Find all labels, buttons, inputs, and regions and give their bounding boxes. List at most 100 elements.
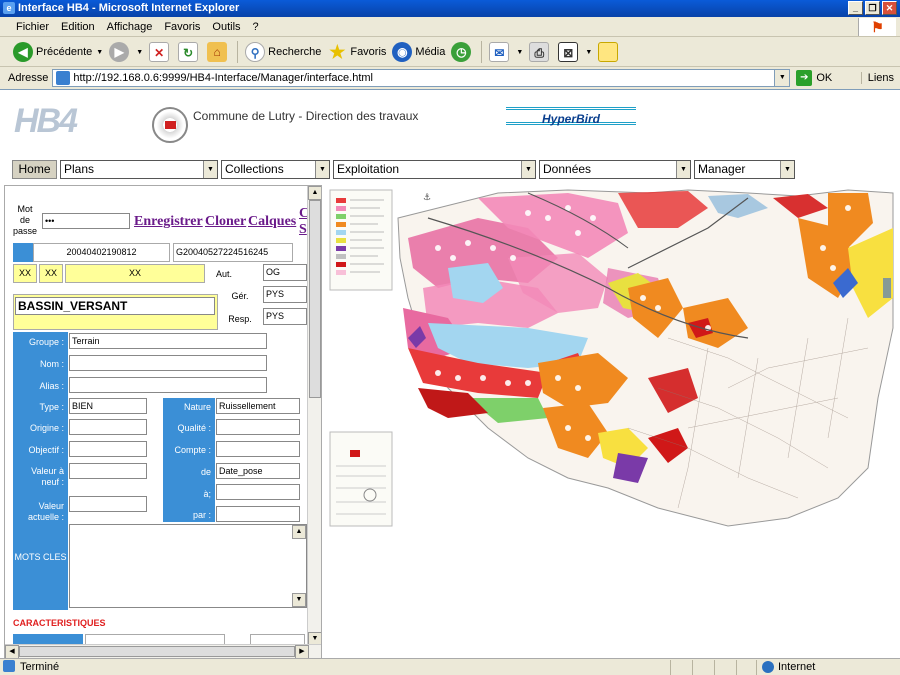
groupe-input[interactable]: Terrain xyxy=(69,333,267,349)
scroll-thumb[interactable] xyxy=(19,646,295,657)
plans-select[interactable]: Plans ▼ xyxy=(60,160,218,179)
history-icon: ◷ xyxy=(451,42,472,62)
menu-help[interactable]: ? xyxy=(247,17,265,37)
favorites-label: Favoris xyxy=(350,46,387,58)
menu-bar: Fichier Edition Affichage Favoris Outils? ⚑ xyxy=(0,17,900,37)
forward-button[interactable]: ▶ ▼ xyxy=(106,40,146,64)
alias-input[interactable] xyxy=(69,377,267,393)
home-toolbar-button[interactable]: ⌂ xyxy=(204,40,233,64)
chevron-down-icon[interactable]: ▼ xyxy=(774,70,790,86)
de-input[interactable]: Date_pose xyxy=(216,463,300,479)
stop-icon: ✕ xyxy=(149,42,170,62)
valeur-neuf-label: Valeur à neuf : xyxy=(31,466,64,487)
resp-label: Resp. xyxy=(228,314,252,324)
search-button[interactable]: ⚲ Recherche xyxy=(242,40,324,64)
origine-input[interactable] xyxy=(69,419,147,435)
donnees-label: Données xyxy=(543,162,592,176)
zoning-map[interactable]: ⚓ xyxy=(328,188,898,528)
form-horizontal-scrollbar[interactable]: ◀ ▶ xyxy=(5,644,321,658)
home-icon: ⌂ xyxy=(207,42,228,62)
password-input[interactable]: ••• xyxy=(42,213,130,229)
ger-input[interactable]: PYS xyxy=(263,286,307,303)
home-button[interactable]: Home xyxy=(12,160,57,179)
links-button[interactable]: Liens xyxy=(860,72,894,84)
xx-cell-3: XX xyxy=(65,264,205,283)
valeur-actuelle-label: Valeur actuelle : xyxy=(27,501,64,522)
media-button[interactable]: ◉ Média xyxy=(389,40,448,64)
favorites-button[interactable]: ★ Favoris xyxy=(324,40,389,64)
guid-field: G20040527224516245 xyxy=(173,243,293,262)
chevron-down-icon: ▼ xyxy=(203,161,217,178)
right-label-column xyxy=(163,398,215,522)
hyperbird-logo: HyperBird xyxy=(506,107,636,126)
type-label: Type : xyxy=(39,402,64,412)
hb4-logo: HB4 xyxy=(14,102,78,140)
scroll-right-icon[interactable]: ▶ xyxy=(295,645,309,658)
cloner-link[interactable]: Cloner xyxy=(205,214,246,230)
menu-favoris[interactable]: Favoris xyxy=(158,17,206,37)
manager-select[interactable]: Manager ▼ xyxy=(694,160,795,179)
menu-edition[interactable]: Edition xyxy=(55,17,101,37)
main-nav: Home Plans ▼ Collections ▼ Exploitation ▼ D… xyxy=(12,160,798,179)
nature-label: Nature xyxy=(183,402,211,412)
valeur-actuelle-input[interactable] xyxy=(69,496,147,512)
compte-label: Compte : xyxy=(174,445,211,455)
history-button[interactable]: ◷ xyxy=(448,40,477,64)
nom-input[interactable] xyxy=(69,355,267,371)
aut-input[interactable]: OG xyxy=(263,264,307,281)
scroll-down-icon[interactable]: ▼ xyxy=(292,593,306,607)
chevron-down-icon: ▼ xyxy=(676,161,690,178)
scroll-thumb[interactable] xyxy=(309,200,321,398)
browser-window: e Interface HB4 - Microsoft Internet Exp… xyxy=(0,0,900,675)
par-input[interactable] xyxy=(216,506,300,522)
chevron-down-icon: ▼ xyxy=(521,161,535,178)
objectif-input[interactable] xyxy=(69,441,147,457)
scroll-left-icon[interactable]: ◀ xyxy=(5,645,19,658)
qualite-input[interactable] xyxy=(216,419,300,435)
menu-fichier[interactable]: Fichier xyxy=(10,17,55,37)
map-view[interactable]: ⚓ xyxy=(328,188,898,528)
lutry-seal-icon xyxy=(152,107,188,143)
mots-cles-label: MOTS CLES xyxy=(13,522,68,610)
refresh-button[interactable]: ↻ xyxy=(175,40,204,64)
mail-button[interactable]: ✉ ▼ xyxy=(486,40,526,64)
go-button[interactable]: ➔ OK xyxy=(796,70,832,86)
nature-input[interactable]: Ruissellement xyxy=(216,398,300,414)
map-cartouche xyxy=(329,431,393,527)
address-input[interactable]: http://192.168.0.6:9999/HB4-Interface/Ma… xyxy=(52,69,791,87)
collections-select[interactable]: Collections ▼ xyxy=(221,160,330,179)
restore-button[interactable]: ❐ xyxy=(865,1,880,15)
mots-cles-textarea[interactable]: ▲ ▼ xyxy=(69,524,307,608)
mail-icon: ✉ xyxy=(489,42,510,62)
calques-link[interactable]: Calques xyxy=(248,214,296,230)
print-button[interactable]: ⎙ xyxy=(526,40,555,64)
exploitation-select[interactable]: Exploitation ▼ xyxy=(333,160,536,179)
messenger-button[interactable] xyxy=(595,40,624,64)
valeur-neuf-input[interactable] xyxy=(69,463,147,479)
forward-arrow-icon: ▶ xyxy=(109,42,130,62)
edit-button[interactable]: ⊠ ▼ xyxy=(555,40,595,64)
minimize-button[interactable]: _ xyxy=(848,1,863,15)
menu-affichage[interactable]: Affichage xyxy=(101,17,159,37)
a-input[interactable] xyxy=(216,484,300,500)
svg-text:⚓: ⚓ xyxy=(423,193,431,203)
compte-input[interactable] xyxy=(216,441,300,457)
s-link[interactable]: S xyxy=(299,222,307,238)
objectif-label: Objectif : xyxy=(28,445,64,455)
star-icon: ★ xyxy=(329,42,346,62)
form-vertical-scrollbar[interactable]: ▲ ▼ xyxy=(307,186,321,646)
close-button[interactable]: ✕ xyxy=(882,1,897,15)
object-title[interactable]: BASSIN_VERSANT xyxy=(15,297,215,315)
scroll-up-icon[interactable]: ▲ xyxy=(308,186,321,200)
donnees-select[interactable]: Données ▼ xyxy=(539,160,691,179)
enregistrer-link[interactable]: Enregistrer xyxy=(134,214,203,230)
menu-outils[interactable]: Outils xyxy=(206,17,246,37)
chevron-down-icon: ▼ xyxy=(780,161,794,178)
type-input[interactable]: BIEN xyxy=(69,398,147,414)
resp-input[interactable]: PYS xyxy=(263,308,307,325)
back-label: Précédente xyxy=(36,46,93,58)
back-button[interactable]: ◀ Précédente ▼ xyxy=(10,40,106,64)
scroll-up-icon[interactable]: ▲ xyxy=(292,525,306,539)
id-color-cell xyxy=(13,243,33,262)
stop-button[interactable]: ✕ xyxy=(146,40,175,64)
